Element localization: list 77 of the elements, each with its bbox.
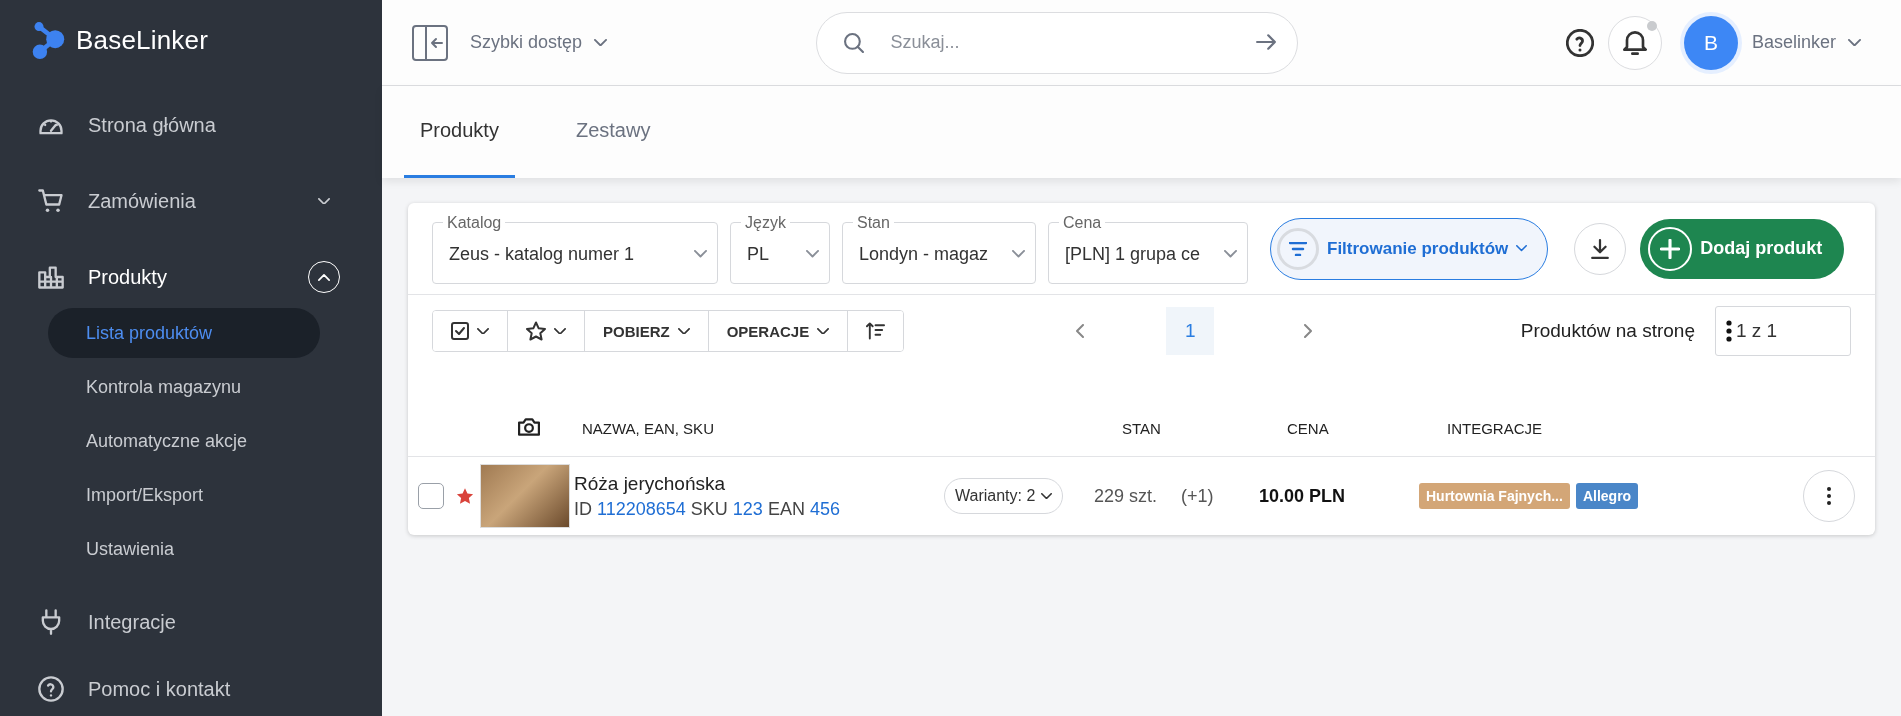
filter-select[interactable]: Katalog Zeus - katalog numer 1 [432, 213, 718, 284]
id-label: ID [574, 498, 592, 519]
star-icon[interactable] [456, 487, 474, 505]
cart-icon [37, 187, 65, 215]
search-icon [843, 32, 864, 53]
chevron-down-icon [554, 327, 566, 335]
nav-item[interactable]: Pomoc i kontakt [88, 677, 382, 701]
per-page-field[interactable]: 1 z 1 [1715, 306, 1851, 356]
search-field[interactable]: Szukaj... [815, 11, 1298, 74]
stock-quantity: 229 szt. [1094, 485, 1158, 507]
chevron-up-icon [318, 273, 330, 281]
variants-button[interactable]: Warianty: 2 [944, 478, 1064, 514]
column-header: STAN [1122, 420, 1162, 437]
chevron-down-icon [694, 250, 707, 258]
filter-select[interactable]: Stan Londyn - magaz [842, 213, 1036, 284]
column-header: NAZWA, EAN, SKU [582, 420, 715, 437]
chevron-down-icon [1041, 492, 1053, 500]
chevron-left-icon[interactable] [1076, 324, 1085, 338]
quick-access-menu[interactable]: Szybki dostęp [470, 32, 583, 53]
row-checkbox[interactable] [418, 483, 444, 509]
bell-icon [1622, 30, 1647, 55]
chevron-down-icon [1012, 250, 1025, 258]
column-header: CENA [1287, 420, 1330, 437]
add-product-button[interactable]: Dodaj produkt [1640, 218, 1845, 279]
nav-subitem[interactable]: Ustawienia [48, 524, 320, 574]
per-page-label: Produktów na stronę [1520, 320, 1695, 342]
checkbox-icon [451, 322, 469, 340]
select-menu-button[interactable] [433, 311, 508, 351]
chevron-down-icon [817, 327, 830, 335]
price: 10.00 PLN [1259, 485, 1347, 507]
filter-icon [1289, 241, 1307, 256]
integration-tag: Allegro [1575, 483, 1639, 509]
filter-select[interactable]: Cena [PLN] 1 grupa ce [1048, 213, 1248, 284]
download-icon [1591, 238, 1610, 259]
integration-tag: Hurtownia Fajnych... [1419, 483, 1570, 509]
product-name[interactable]: Róża jerychońska [574, 472, 726, 495]
nav-subitem[interactable]: Import/Eksport [48, 470, 320, 520]
nav-item[interactable]: Zamówienia [88, 189, 318, 213]
nav-subitem[interactable]: Kontrola magazynu [48, 362, 320, 412]
id-link[interactable]: 123 [732, 498, 763, 519]
id-label: SKU [690, 498, 728, 519]
brand-name: BaseLinker [76, 25, 209, 56]
chevron-down-icon [1224, 250, 1237, 258]
help-icon[interactable] [1565, 28, 1594, 57]
chevron-right-icon[interactable] [1304, 324, 1313, 338]
chevron-down-icon[interactable] [1848, 38, 1861, 47]
id-link[interactable]: 456 [809, 498, 840, 519]
id-label: EAN [767, 498, 805, 519]
filter-select[interactable]: Język PL [730, 213, 830, 284]
column-header: INTEGRACJE [1447, 420, 1543, 437]
chevron-down-icon [1516, 245, 1528, 252]
help-icon [37, 675, 65, 703]
nav-item[interactable]: Strona główna [88, 113, 382, 137]
id-link[interactable]: 112208654 [597, 498, 686, 519]
user-avatar[interactable]: B [1683, 15, 1738, 70]
nav-item[interactable]: Integracje [88, 610, 382, 634]
stock-change: (+1) [1181, 485, 1214, 507]
nav-subitem[interactable]: Lista produktów [48, 308, 320, 358]
page-number[interactable]: 1 [1166, 307, 1215, 355]
star-icon [526, 321, 546, 341]
filter-products-button[interactable]: Filtrowanie produktów [1270, 217, 1549, 280]
plus-icon [1660, 238, 1681, 259]
nav-item[interactable]: Produkty [88, 265, 308, 289]
more-vertical-icon [1827, 487, 1831, 505]
chevron-down-icon [477, 327, 489, 335]
chevron-down-icon [677, 327, 690, 335]
nav-subitem[interactable]: Automatyczne akcje [48, 416, 320, 466]
tab[interactable]: Zestawy [559, 86, 667, 178]
chevron-down-icon[interactable] [594, 38, 608, 47]
camera-icon [518, 418, 540, 436]
tab[interactable]: Produkty [404, 86, 515, 178]
sort-icon [866, 322, 886, 340]
chevron-down-icon [806, 250, 819, 258]
user-name[interactable]: Baselinker [1751, 32, 1836, 53]
arrow-right-icon[interactable] [1255, 31, 1276, 52]
dots-vertical-icon [1726, 320, 1732, 342]
sidebar-toggle-icon[interactable] [412, 24, 448, 61]
